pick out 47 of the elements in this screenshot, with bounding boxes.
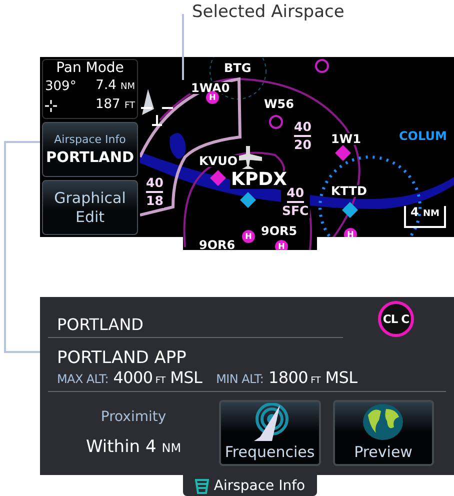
waypoint-icon — [269, 115, 283, 129]
airspace-class-badge: CL C — [378, 301, 414, 337]
helipad-marker: H — [206, 91, 219, 104]
crosshair-icon — [45, 100, 57, 112]
airport-icon — [342, 202, 358, 218]
altitude-label: 40 18 — [145, 176, 164, 208]
waypoint-icon — [315, 59, 329, 73]
altitude-label: 40 SFC — [281, 186, 310, 218]
altitude-limit: MIN ALT: 1800 FT MSL — [216, 368, 358, 387]
helipad-marker: H — [242, 230, 255, 243]
globe-icon — [362, 403, 404, 441]
altitude-label: 40 20 — [293, 120, 312, 152]
airport-label: 9OR5 — [260, 225, 298, 237]
pan-mode-title: Pan Mode — [55, 60, 125, 77]
airport-label: BTG — [223, 62, 252, 74]
bearing-value: 309° — [45, 78, 76, 95]
frequencies-button[interactable]: Frequencies — [219, 400, 321, 466]
airport-label: KTTD — [330, 185, 368, 197]
altitude-limit: MAX ALT: 4000 FT MSL — [57, 368, 202, 387]
airspace-info-button[interactable]: Airspace Info PORTLAND — [42, 122, 138, 177]
helipad-marker: H — [275, 240, 288, 253]
proximity-label: Proximity — [100, 409, 166, 425]
leader-line — [182, 14, 184, 80]
north-arrow-icon — [142, 89, 154, 115]
airspace-name: PORTLAND — [56, 314, 144, 334]
proximity-value: Within 4 NM — [86, 437, 182, 457]
elevation-value: 187 FT — [96, 96, 135, 114]
controller-name: PORTLAND APP — [56, 348, 188, 368]
airport-label: W56 — [263, 98, 295, 110]
map-scale: 4 NM — [404, 206, 446, 228]
airport-label: 1WA0 — [190, 82, 231, 94]
callout-label: Selected Airspace — [192, 2, 344, 22]
cursor-icon — [140, 107, 174, 126]
airport-label: KPDX — [230, 171, 288, 189]
airport-label: 1W1 — [330, 133, 362, 145]
airport-label: KVUO — [198, 155, 239, 167]
distance-value: 7.4 NM — [96, 77, 135, 95]
graphical-edit-button[interactable]: Graphical Edit — [42, 180, 138, 235]
cylinder-icon — [194, 478, 209, 494]
lake — [170, 133, 186, 159]
city-label: COLUM — [398, 130, 448, 142]
airspace-info-tab[interactable]: Airspace Info — [183, 475, 317, 496]
airport-icon — [210, 170, 226, 186]
airport-icon — [240, 192, 256, 208]
airport-label: 9OR6 — [198, 239, 236, 251]
preview-button[interactable]: Preview — [332, 400, 434, 466]
airport-icon — [335, 145, 351, 161]
